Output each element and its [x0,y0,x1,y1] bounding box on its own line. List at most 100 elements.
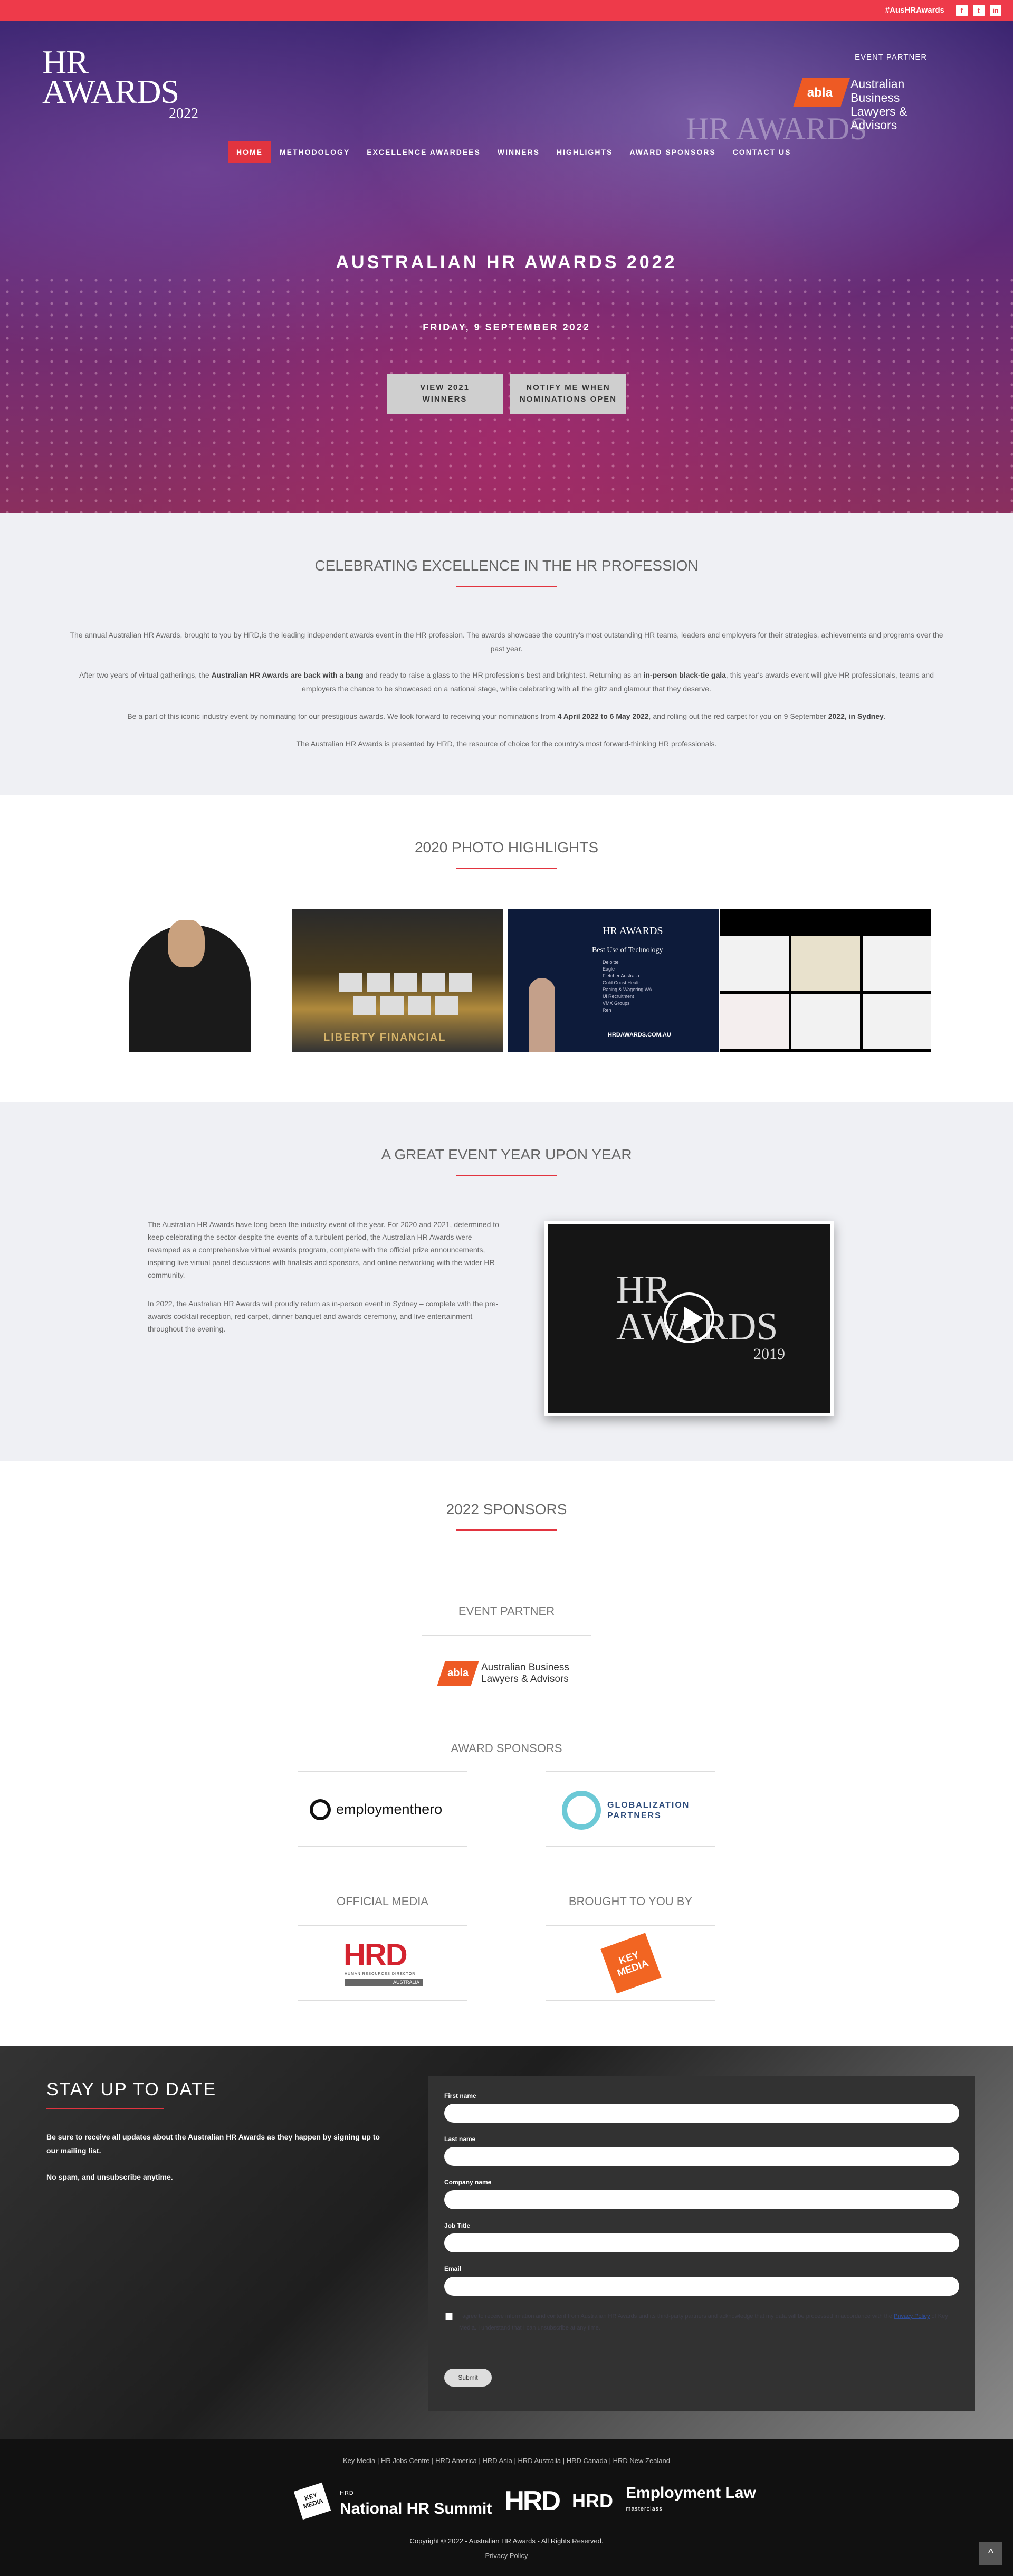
newsletter-text: Be sure to receive all updates about the… [46,2133,380,2155]
job-title-field[interactable] [444,2233,959,2252]
award-sponsors-heading: AWARD SPONSORS [451,1742,562,1755]
last-name-label: Last name [444,2135,476,2143]
footer-links: Key Media | HR Jobs Centre | HRD America… [342,2457,670,2465]
nav-home[interactable]: HOME [228,141,271,163]
consent-text: I agree to receive information and conte… [459,2313,948,2331]
back-to-top-icon[interactable]: ^ [979,2542,1002,2565]
highlight-photo-presenter[interactable] [79,909,290,1052]
job-title-label: Job Title [444,2222,471,2229]
highlight-photo-virtual-panel[interactable]: LIBERTY FINANCIAL [292,909,503,1052]
newsletter-underline [46,2108,164,2109]
highlight-photo-winners-call[interactable] [720,909,931,1052]
highlights-underline [456,868,557,869]
abla-sponsor-name: Australian Business Lawyers & Advisors [481,1662,569,1685]
celebrating-title: CELEBRATING EXCELLENCE IN THE HR PROFESS… [314,557,699,574]
video-year: 2019 [753,1345,785,1363]
official-media-heading: OFFICIAL MEDIA [337,1895,428,1908]
sponsors-underline [456,1529,557,1531]
hero-section: HR AWARDS 2022 EVENT PARTNER abla Austra… [0,21,1013,513]
key-media-footer-logo[interactable]: KEY MEDIA [293,2482,331,2520]
hrd-subtitle: HUMAN RESOURCES DIRECTOR [345,1972,416,1976]
video-tile [353,996,376,1015]
consent-checkbox[interactable] [445,2313,453,2320]
video-tile [422,973,445,992]
video-tile [863,994,931,1049]
celebrating-underline [456,586,557,587]
submit-button[interactable]: Submit [444,2369,492,2387]
abla-sponsor-logo[interactable]: abla Australian Business Lawyers & Adviso… [422,1635,591,1710]
nav-methodology[interactable]: METHODOLOGY [271,141,358,163]
company-name-label: Company name [444,2179,492,2186]
video-tile [408,996,431,1015]
facebook-icon[interactable]: f [956,5,968,16]
footer-link-hr-jobs-centre[interactable]: HR Jobs Centre [381,2457,429,2465]
globalization-partners-name: GLOBALIZATION PARTNERS [607,1801,690,1820]
linkedin-icon[interactable]: in [990,5,1001,16]
hashtag-link[interactable]: #AusHRAwards [885,6,944,15]
nav-highlights[interactable]: HIGHLIGHTS [548,141,621,163]
photo-list: Deloitte Eagle Fletcher Australia Gold Coas… [603,959,652,1013]
brought-to-you-by-heading: BROUGHT TO YOU BY [568,1895,693,1908]
employment-hero-name: employmenthero [336,1801,443,1817]
privacy-policy-link[interactable]: Privacy Policy [894,2313,930,2320]
video-tile [449,973,472,992]
event-partner-label: EVENT PARTNER [855,53,928,62]
hero-date: FRIDAY, 9 SEPTEMBER 2022 [423,322,590,332]
footer-link-hrd-canada[interactable]: HRD Canada [567,2457,607,2465]
newsletter-no-spam: No spam, and unsubscribe anytime. [46,2173,173,2181]
nav-winners[interactable]: WINNERS [489,141,548,163]
sponsors-title: 2022 SPONSORS [446,1501,567,1517]
hrd-footer-logo[interactable]: HRD [504,2487,561,2515]
video-tile [791,994,860,1049]
abla-logo[interactable]: abla Australian Business Lawyers & Advis… [793,73,935,132]
email-field[interactable] [444,2277,959,2296]
national-hr-summit-logo[interactable]: HRD National HR Summit [340,2485,492,2517]
footer-privacy-link[interactable]: Privacy Policy [0,2552,1013,2560]
first-name-field[interactable] [444,2104,959,2123]
employment-law-masterclass-logo[interactable]: Employment Law masterclass [626,2485,756,2517]
video-tile [791,936,860,991]
photo-heading: Best Use of Technology [592,946,663,954]
footer-link-hrd-america[interactable]: HRD America [435,2457,477,2465]
twitter-icon[interactable]: t [973,5,985,16]
event-year-paragraph-1: The Australian HR Awards have long been … [148,1220,499,1279]
newsletter-section: STAY UP TO DATE Be sure to receive all u… [0,2046,1013,2439]
play-icon[interactable] [664,1292,714,1343]
speaker-figure [529,978,555,1052]
highlights-title: 2020 PHOTO HIGHLIGHTS [414,839,599,856]
awards-video-player[interactable]: HR AWARDS 2019 [544,1221,834,1416]
footer-link-hrd-asia[interactable]: HRD Asia [482,2457,512,2465]
newsletter-title: STAY UP TO DATE [46,2079,217,2099]
video-tile [435,996,458,1015]
nav-excellence-awardees[interactable]: EXCELLENCE AWARDEES [358,141,489,163]
video-tile [367,973,390,992]
celebrating-paragraph-3: Be a part of this iconic industry event … [127,712,886,720]
signup-form: First name Last name Company name Job Ti… [428,2076,975,2411]
highlight-photo-best-use-of-technology[interactable]: HR AWARDS Best Use of Technology Deloitt… [508,909,719,1052]
footer-link-key-media[interactable]: Key Media [343,2457,375,2465]
footer-brands: KEY MEDIA HRD National HR Summit HRD HRD … [293,2482,756,2520]
view-winners-button[interactable]: VIEW 2021 WINNERS [387,374,503,414]
employment-hero-icon [310,1799,331,1820]
footer-link-hrd-australia[interactable]: HRD Australia [518,2457,561,2465]
company-name-field[interactable] [444,2190,959,2209]
celebrating-paragraph-4: The Australian HR Awards is presented by… [296,739,717,748]
last-name-field[interactable] [444,2147,959,2166]
video-tile [863,936,931,991]
footer-link-hrd-new-zealand[interactable]: HRD New Zealand [613,2457,670,2465]
employment-hero-logo[interactable]: employmenthero [298,1771,467,1847]
key-media-logo[interactable]: KEY MEDIA [546,1925,715,2001]
video-tile [339,973,362,992]
nav-award-sponsors[interactable]: AWARD SPONSORS [621,141,724,163]
hrd-logo[interactable]: HRD HUMAN RESOURCES DIRECTOR AUSTRALIA [298,1925,467,2001]
celebrating-paragraph-1: The annual Australian HR Awards, brought… [70,631,943,653]
logo-year: 2022 [169,106,198,122]
celebrating-paragraph-2: After two years of virtual gatherings, t… [79,671,934,693]
hrd-footer-logo-2[interactable]: HRD [572,2492,613,2511]
nav-contact-us[interactable]: CONTACT US [724,141,800,163]
globalization-partners-logo[interactable]: GLOBALIZATION PARTNERS [546,1771,715,1847]
abla-mark: abla [437,1661,479,1686]
notify-me-button[interactable]: NOTIFY ME WHEN NOMINATIONS OPEN [510,374,626,414]
hr-awards-logo[interactable]: HR AWARDS [26,45,179,109]
first-name-label: First name [444,2092,476,2099]
